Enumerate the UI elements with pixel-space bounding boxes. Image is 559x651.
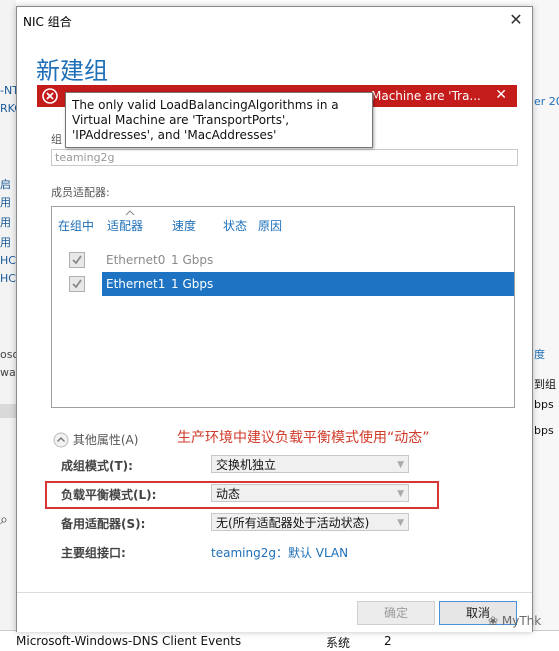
watermark: ❀ MyThk <box>488 614 541 628</box>
check-icon <box>72 279 82 289</box>
adapter-name: Ethernet0 <box>106 253 166 267</box>
chevron-down-icon: ▼ <box>397 460 404 470</box>
bg-fragment: er 201 <box>534 95 559 108</box>
standby-adapter-value: 无(所有适配器处于活动状态) <box>216 516 370 530</box>
standby-adapter-select[interactable]: 无(所有适配器处于活动状态) ▼ <box>211 513 409 531</box>
column-status[interactable]: 状态 <box>223 217 247 234</box>
adapter-row[interactable]: Ethernet0 1 Gbps <box>52 248 514 272</box>
column-adapter[interactable]: 适配器 <box>107 217 143 234</box>
adapter-row-selected[interactable]: Ethernet1 1 Gbps <box>52 272 514 296</box>
background-event-row: Microsoft-Windows-DNS Client Events 系统 2 <box>0 630 559 650</box>
member-adapters-label: 成员适配器: <box>51 186 110 199</box>
bg-fragment: 用 <box>0 236 11 249</box>
highlight-box <box>45 481 439 509</box>
adapter-list: 在组中 适配器 速度 状态 原因 Ethernet0 1 Gbps Ethern… <box>51 206 515 408</box>
bg-fragment: HC <box>0 272 16 285</box>
error-icon <box>42 88 58 104</box>
watermark-text: MyThk <box>501 614 542 628</box>
bg-fragment: bps <box>534 398 554 411</box>
primary-interface-label: 主要组接口: <box>61 546 126 560</box>
watermark-logo-icon: ❀ <box>488 614 499 628</box>
dismiss-error-icon[interactable]: ✕ <box>495 87 507 103</box>
team-name-input[interactable]: teaming2g <box>51 149 518 166</box>
background-left-panel: -NT RKC 启 用 用 用 HC HC oso wara ⌕ <box>0 0 27 648</box>
bg-fragment: HC <box>0 254 16 267</box>
bg-fragment: 度 <box>534 348 545 361</box>
bg-divider <box>0 404 16 418</box>
more-properties-toggle[interactable]: 其他属性(A) <box>53 431 138 448</box>
teaming-mode-value: 交换机独立 <box>216 458 277 472</box>
search-icon: ⌕ <box>0 512 8 528</box>
bg-fragment: 到组 <box>534 378 556 391</box>
check-icon <box>72 255 82 265</box>
page-title: 新建组 <box>36 57 108 85</box>
column-in-team[interactable]: 在组中 <box>58 217 94 234</box>
standby-adapter-label: 备用适配器(S): <box>61 517 146 531</box>
close-icon[interactable]: ✕ <box>506 10 526 30</box>
more-properties-label: 其他属性(A) <box>72 433 139 447</box>
nic-teaming-dialog: NIC 组合 ✕ 新建组 Machine are 'Tra... ✕ 组 tea… <box>16 6 533 632</box>
adapter-speed: 1 Gbps <box>171 253 214 267</box>
adapter-name: Ethernet1 <box>106 277 166 291</box>
chevron-down-icon: ▼ <box>397 518 404 528</box>
bg-event-name: Microsoft-Windows-DNS Client Events <box>16 634 242 648</box>
annotation-text: 生产环境中建议负载平衡模式使用“动态” <box>177 430 430 446</box>
bg-event-count: 2 <box>384 634 392 648</box>
teaming-mode-label: 成组模式(T): <box>61 459 133 473</box>
teaming-mode-select[interactable]: 交换机独立 ▼ <box>211 455 409 473</box>
bg-fragment: 启 <box>0 178 11 191</box>
bg-fragment: bps <box>534 424 554 437</box>
collapse-icon <box>53 432 69 448</box>
adapter-checkbox[interactable] <box>69 252 85 268</box>
primary-interface-link[interactable]: teaming2g：默认 VLAN <box>211 544 348 561</box>
ok-button[interactable]: 确定 <box>357 601 435 625</box>
column-reason[interactable]: 原因 <box>258 217 282 234</box>
adapter-checkbox[interactable] <box>69 276 85 292</box>
error-tooltip: The only valid LoadBalancingAlgorithms i… <box>65 92 373 148</box>
bg-fragment: 用 <box>0 196 11 209</box>
sort-up-icon <box>125 210 135 216</box>
team-name-label: 组 <box>51 133 62 146</box>
adapter-speed: 1 Gbps <box>171 277 214 291</box>
title-bar: NIC 组合 ✕ <box>17 7 532 33</box>
window-title: NIC 组合 <box>23 15 72 29</box>
error-message: Machine are 'Tra... <box>371 89 481 103</box>
column-speed[interactable]: 速度 <box>172 217 196 234</box>
bg-fragment: 用 <box>0 216 11 229</box>
bg-event-log: 系统 <box>326 636 351 650</box>
background-right-panel: er 201 度 到组 bps bps <box>531 0 559 648</box>
